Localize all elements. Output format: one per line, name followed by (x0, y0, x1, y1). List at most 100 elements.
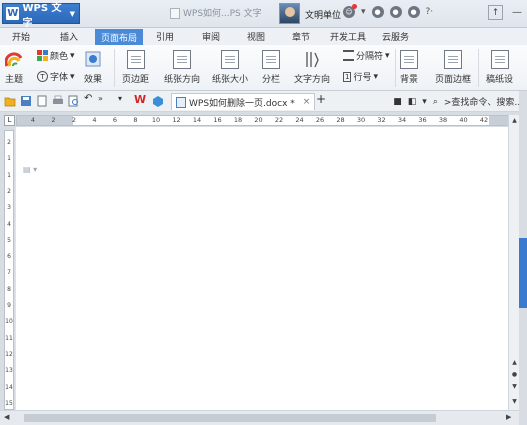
side-panel-toggle[interactable] (519, 238, 527, 308)
manuscript-icon (490, 50, 509, 69)
columns-label: 分栏 (262, 75, 281, 85)
save-icon[interactable] (20, 95, 32, 107)
document-page[interactable]: ▤ ▾ (16, 127, 510, 410)
user-name[interactable]: 文明单位 (305, 8, 341, 21)
ruler-number: 20 (254, 116, 263, 124)
font-button[interactable]: T 字体 ▾ (37, 70, 75, 83)
comment-icon[interactable]: ■ (393, 97, 402, 107)
customize-dropdown-icon[interactable]: ▾ (118, 94, 130, 106)
scroll-up-icon[interactable]: ▲ (510, 117, 519, 124)
cube-icon[interactable] (152, 95, 164, 107)
close-icon[interactable]: × (303, 97, 311, 107)
ruler-number: 30 (356, 116, 366, 124)
tab-developer[interactable]: 开发工具 (330, 30, 366, 43)
tab-dropdown-icon[interactable]: ▾ (422, 97, 427, 107)
menu-bar: 开始 插入 页面布局 引用 审阅 视图 章节 开发工具 云服务 (0, 28, 527, 45)
select-browse-icon[interactable]: ● (510, 371, 519, 378)
tab-sections[interactable]: 章节 (292, 30, 310, 43)
tab-home[interactable]: 开始 (12, 30, 30, 43)
ruler-number: 22 (274, 116, 284, 124)
margins-button[interactable]: 页边距 (122, 50, 149, 85)
ruler-margin-left (17, 116, 73, 125)
print-preview-icon[interactable] (36, 95, 48, 107)
skin-icon[interactable]: ● (407, 6, 420, 18)
paste-options-icon[interactable]: ▤ ▾ (23, 165, 37, 174)
ruler-number: 10 (151, 116, 161, 124)
horizontal-scroll-thumb[interactable] (24, 414, 436, 422)
font-label: 字体 (50, 73, 69, 83)
text-direction-button[interactable]: 文字方向 (294, 50, 330, 85)
orientation-button[interactable]: 纸张方向 (164, 50, 200, 85)
scroll-right-icon[interactable]: ▶ (506, 413, 511, 421)
collapse-ribbon-icon[interactable]: ↑ (488, 5, 503, 20)
title-bar: W WPS 文字 ▼ WPS如何...PS 文字 文明单位 ☺ ▾ ● ● ● … (0, 0, 527, 29)
dropdown-icon[interactable]: ▾ (361, 7, 366, 17)
zoom-preview-icon[interactable] (68, 95, 80, 107)
minimize-icon[interactable]: — (507, 3, 527, 22)
search-icon[interactable]: ⌕ (433, 97, 438, 107)
more-icon[interactable]: » (98, 94, 110, 106)
help-icon[interactable]: ?· (426, 7, 434, 17)
search-command-box[interactable]: >查找命令、搜索... (444, 95, 523, 108)
tab-view[interactable]: 视图 (247, 30, 265, 43)
ruler-number: 36 (418, 116, 427, 124)
undo-icon[interactable]: ↶ (84, 93, 96, 105)
new-tab-icon[interactable]: + (316, 92, 328, 106)
wps-w-icon[interactable]: W (134, 93, 146, 106)
smiley-icon[interactable]: ☺ (343, 4, 357, 18)
columns-button[interactable]: 分栏 (262, 50, 280, 85)
ruler-number: 26 (315, 116, 325, 124)
horizontal-scrollbar[interactable]: ◀ ▶ (0, 410, 519, 425)
wps-logo-icon: W (6, 7, 20, 20)
ruler-number: 9 (7, 302, 11, 309)
orientation-label: 纸张方向 (164, 75, 201, 85)
background-button[interactable]: 背景 (400, 50, 418, 85)
scroll-left-icon[interactable]: ◀ (4, 413, 9, 421)
text-direction-icon (306, 52, 319, 68)
scroll-down-icon[interactable]: ▼ (510, 398, 519, 405)
vertical-ruler[interactable]: 2 1 1 2 3 4 5 6 7 8 9 10 11 12 13 14 15 (4, 130, 14, 410)
share-icon[interactable]: ◧ (408, 97, 417, 107)
page-border-button[interactable]: 页面边框 (435, 50, 471, 85)
ruler-number: 1 (7, 155, 11, 163)
ruler-number: 2 (51, 116, 56, 124)
tab-insert[interactable]: 插入 (60, 30, 78, 43)
line-numbers-button[interactable]: 1 行号 ▾ (343, 70, 378, 83)
page-size-label: 纸张大小 (212, 75, 249, 85)
page-size-icon (221, 50, 239, 69)
manuscript-button[interactable]: 稿纸设 (486, 50, 513, 85)
effects-button[interactable]: 效果 (84, 50, 102, 85)
chevron-down-icon: ▾ (70, 71, 75, 82)
page-down-icon[interactable]: ▼ (510, 383, 519, 390)
tab-page-layout[interactable]: 页面布局 (95, 29, 144, 45)
active-document-tab[interactable]: WPS如何删除一页.docx * × (171, 93, 316, 110)
tab-review[interactable]: 审阅 (202, 30, 220, 43)
theme-label: 主题 (5, 75, 24, 85)
quick-access-toolbar: ↶ » ▾ W WPS如何删除一页.docx * × + ■ ◧ ▾ ⌕ >查找… (0, 91, 527, 112)
colors-button[interactable]: 颜色 ▾ (37, 49, 75, 62)
ruler-number: 2 (7, 187, 11, 195)
horizontal-ruler[interactable]: 4 2 2 4 6 8 10 12 14 16 18 20 22 24 26 28 30 32 34 36 38 40 42 (16, 115, 513, 126)
tab-cloud[interactable]: 云服务 (382, 30, 409, 43)
page-up-icon[interactable]: ▲ (510, 359, 519, 366)
ribbon-separator (114, 49, 115, 87)
avatar[interactable] (279, 3, 300, 24)
ruler-number: 32 (377, 116, 386, 124)
page-size-button[interactable]: 纸张大小 (212, 50, 248, 85)
chevron-down-icon: ▾ (385, 50, 390, 61)
line-numbers-label: 行号 (353, 73, 372, 83)
tab-references[interactable]: 引用 (156, 30, 174, 43)
breaks-button[interactable]: 分隔符 ▾ (343, 49, 390, 62)
open-folder-icon[interactable] (4, 95, 16, 107)
sync-icon[interactable]: ● (371, 6, 384, 18)
inactive-document-tab[interactable]: WPS如何...PS 文字 (170, 6, 262, 19)
effects-label: 效果 (84, 75, 103, 85)
theme-button[interactable]: 主题 (5, 50, 23, 85)
vertical-scrollbar[interactable]: ▲ ▲ ● ▼ ▼ (508, 115, 519, 410)
tab-stop-selector[interactable]: L (4, 115, 15, 126)
ruler-number: 2 (71, 116, 77, 124)
app-menu-button[interactable]: W WPS 文字 ▼ (2, 3, 80, 29)
print-icon[interactable] (52, 95, 64, 107)
settings-icon[interactable]: ● (389, 6, 402, 18)
font-icon: T (37, 71, 48, 82)
